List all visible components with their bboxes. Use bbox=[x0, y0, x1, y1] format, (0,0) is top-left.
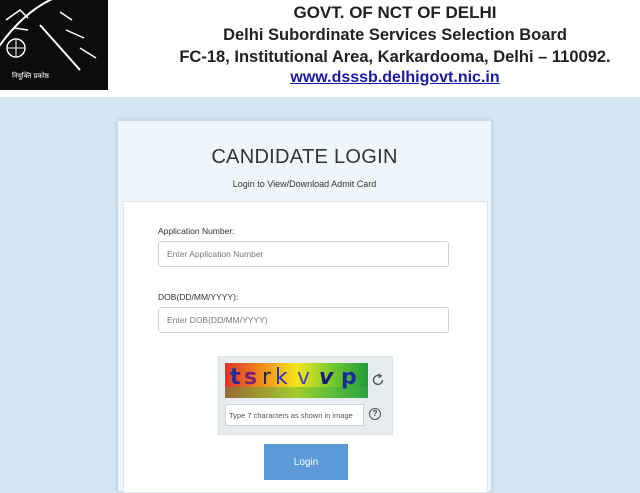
candidate-login-panel: CANDIDATE LOGIN Login to View/Download A… bbox=[117, 120, 492, 493]
captcha-char: v bbox=[319, 365, 334, 390]
application-number-label: Application Number: bbox=[158, 226, 235, 236]
website-link[interactable]: www.dsssb.delhigovt.nic.in bbox=[150, 68, 640, 88]
site-header: नियुक्ति प्रकोष्ठ GOVT. OF NCT OF DELHI … bbox=[0, 0, 640, 97]
captcha-char: t bbox=[230, 365, 241, 390]
page-title: CANDIDATE LOGIN bbox=[211, 146, 398, 168]
captcha-container: t s r k v v p ? bbox=[218, 356, 393, 435]
application-number-input[interactable] bbox=[158, 241, 449, 267]
captcha-input[interactable] bbox=[225, 404, 364, 426]
captcha-char: p bbox=[341, 365, 357, 390]
captcha-help-icon[interactable]: ? bbox=[369, 408, 381, 420]
dob-label: DOB(DD/MM/YYYY): bbox=[158, 292, 239, 302]
dob-input[interactable] bbox=[158, 307, 449, 333]
login-button[interactable]: Login bbox=[264, 444, 348, 480]
captcha-image: t s r k v v p bbox=[225, 363, 368, 398]
header-text-block: GOVT. OF NCT OF DELHI Delhi Subordinate … bbox=[150, 2, 640, 88]
header-govt-line: GOVT. OF NCT OF DELHI bbox=[293, 3, 497, 22]
refresh-icon bbox=[372, 373, 384, 386]
refresh-captcha-icon[interactable] bbox=[371, 373, 385, 387]
header-board-name: Delhi Subordinate Services Selection Boa… bbox=[223, 26, 567, 44]
captcha-char: r bbox=[262, 365, 272, 390]
captcha-char: v bbox=[297, 365, 311, 390]
captcha-char: k bbox=[275, 365, 288, 390]
login-form: Application Number: DOB(DD/MM/YYYY): bbox=[123, 201, 488, 493]
svg-text:नियुक्ति प्रकोष्ठ: नियुक्ति प्रकोष्ठ bbox=[12, 71, 50, 80]
dsssb-logo: नियुक्ति प्रकोष्ठ bbox=[0, 0, 108, 90]
page-subtitle: Login to View/Download Admit Card bbox=[232, 179, 377, 189]
header-address: FC-18, Institutional Area, Karkardooma, … bbox=[179, 48, 611, 66]
captcha-char: s bbox=[244, 365, 258, 390]
emblem-icon: नियुक्ति प्रकोष्ठ bbox=[0, 0, 108, 90]
